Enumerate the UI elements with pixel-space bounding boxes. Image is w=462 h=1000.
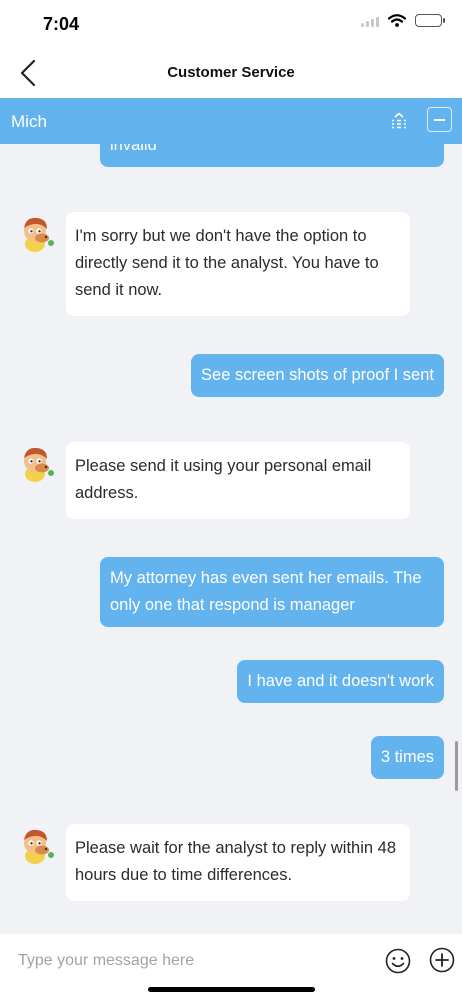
user-message: My attorney has even sent her emails. Th…	[100, 557, 444, 627]
agent-message: Please send it using your personal email…	[66, 442, 410, 519]
agent-message: I'm sorry but we don't have the option t…	[66, 212, 410, 316]
battery-icon	[415, 14, 445, 27]
user-message: See screen shots of proof I sent	[191, 354, 444, 397]
page-title: Customer Service	[167, 64, 295, 81]
agent-avatar	[24, 829, 54, 864]
signal-icon	[361, 15, 379, 27]
chat-messages[interactable]: invalid I'm sorry but we don't have the …	[0, 144, 462, 934]
scrollbar[interactable]	[455, 741, 458, 791]
status-bar: 7:04	[0, 0, 462, 48]
user-message: invalid	[100, 144, 444, 167]
composer-bar	[0, 934, 462, 1000]
agent-avatar	[24, 217, 54, 252]
status-icons	[361, 14, 445, 27]
expand-icon[interactable]	[389, 111, 409, 131]
agent-name: Mich	[11, 112, 47, 131]
smiley-icon[interactable]	[384, 947, 412, 975]
agent-message: Please wait for the analyst to reply wit…	[66, 824, 410, 901]
user-message: I have and it doesn't work	[237, 660, 444, 703]
message-input[interactable]	[18, 948, 208, 974]
agent-avatar	[24, 447, 54, 482]
user-message: 3 times	[370, 736, 444, 779]
home-indicator	[148, 987, 315, 992]
nav-bar: Customer Service	[0, 48, 462, 98]
minimize-icon[interactable]	[427, 107, 452, 132]
status-time: 7:04	[43, 14, 80, 34]
plus-circle-icon[interactable]	[429, 947, 455, 973]
wifi-icon	[388, 14, 406, 27]
